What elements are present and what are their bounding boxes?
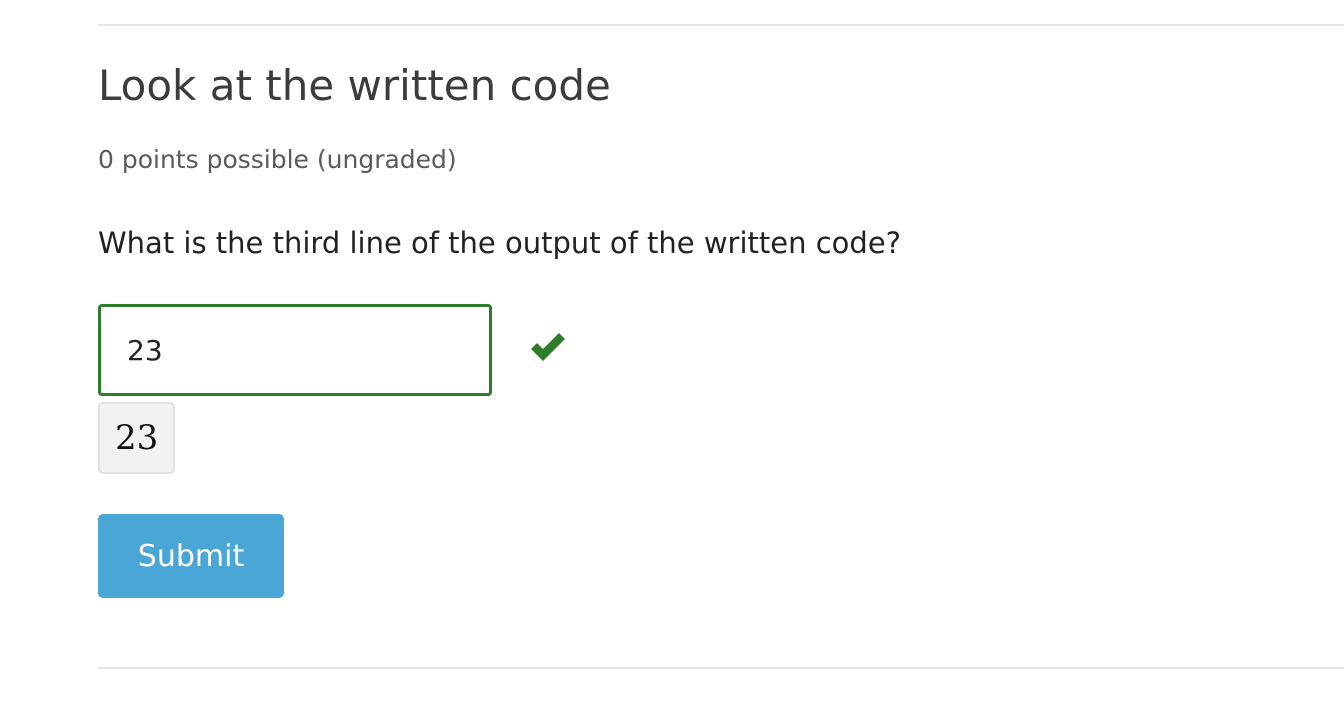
points-possible: 0 points possible (ungraded) <box>98 145 457 174</box>
answer-input[interactable] <box>98 304 492 396</box>
check-icon <box>531 333 565 361</box>
problem-page: Look at the written code 0 points possib… <box>0 0 1344 706</box>
top-divider <box>98 24 1344 26</box>
problem-title: Look at the written code <box>98 61 611 110</box>
submit-button[interactable]: Submit <box>98 514 284 598</box>
answer-preview: 23 <box>98 402 176 474</box>
bottom-divider <box>98 667 1344 669</box>
question-text: What is the third line of the output of … <box>98 226 902 260</box>
